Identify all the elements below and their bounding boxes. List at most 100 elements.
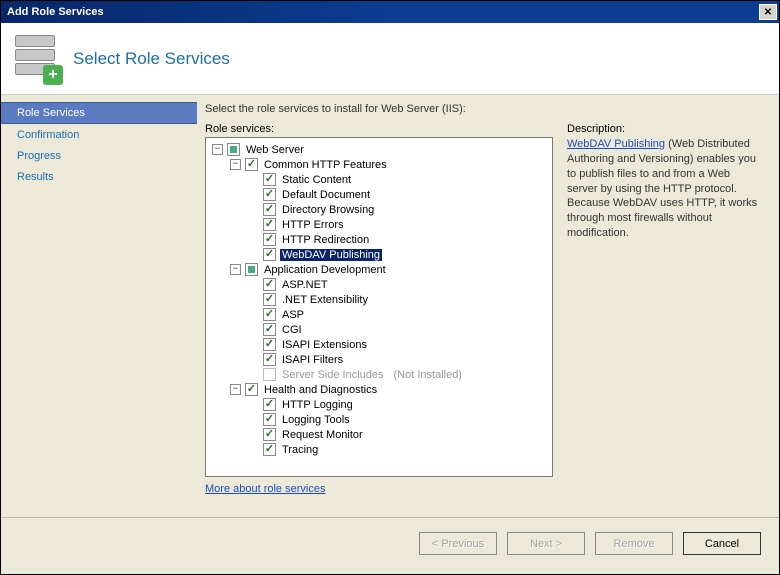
tree-node-label[interactable]: ISAPI Filters — [280, 354, 345, 366]
tree-node-label[interactable]: Application Development — [262, 264, 388, 276]
tree-node-label[interactable]: Server Side Includes — [280, 369, 386, 381]
checkbox[interactable] — [227, 143, 240, 156]
tree-node[interactable]: HTTP Redirection — [208, 232, 550, 247]
expand-placeholder — [248, 234, 259, 245]
sidebar-item-results[interactable]: Results — [1, 167, 197, 187]
checkbox[interactable] — [263, 338, 276, 351]
tree-node[interactable]: CGI — [208, 322, 550, 337]
checkbox[interactable] — [263, 353, 276, 366]
collapse-icon[interactable]: − — [230, 264, 241, 275]
tree-node[interactable]: HTTP Errors — [208, 217, 550, 232]
expand-placeholder — [248, 279, 259, 290]
tree-node-label[interactable]: Web Server — [244, 144, 306, 156]
checkbox[interactable] — [263, 218, 276, 231]
tree-node[interactable]: WebDAV Publishing — [208, 247, 550, 262]
tree-node-label[interactable]: WebDAV Publishing — [280, 249, 382, 261]
tree-node-label[interactable]: Request Monitor — [280, 429, 365, 441]
remove-button[interactable]: Remove — [595, 532, 673, 555]
tree-node[interactable]: ISAPI Extensions — [208, 337, 550, 352]
checkbox[interactable] — [263, 428, 276, 441]
wizard-steps-sidebar: Role ServicesConfirmationProgressResults — [1, 95, 197, 515]
checkbox[interactable] — [263, 323, 276, 336]
tree-node[interactable]: Logging Tools — [208, 412, 550, 427]
tree-node-label[interactable]: Static Content — [280, 174, 353, 186]
tree-node[interactable]: − Application Development — [208, 262, 550, 277]
tree-node[interactable]: − Health and Diagnostics — [208, 382, 550, 397]
checkbox[interactable] — [263, 308, 276, 321]
tree-node-label[interactable]: Default Document — [280, 189, 372, 201]
expand-placeholder — [248, 369, 259, 380]
expand-placeholder — [248, 174, 259, 185]
tree-node-label[interactable]: Directory Browsing — [280, 204, 376, 216]
tree-node[interactable]: − Common HTTP Features — [208, 157, 550, 172]
close-button[interactable]: ✕ — [759, 4, 777, 20]
expand-placeholder — [248, 204, 259, 215]
titlebar: Add Role Services ✕ — [1, 1, 779, 23]
collapse-icon[interactable]: − — [230, 384, 241, 395]
tree-node[interactable]: HTTP Logging — [208, 397, 550, 412]
next-button[interactable]: Next > — [507, 532, 585, 555]
tree-node[interactable]: ASP — [208, 307, 550, 322]
tree-node-label[interactable]: Health and Diagnostics — [262, 384, 379, 396]
checkbox[interactable] — [245, 158, 258, 171]
expand-placeholder — [248, 219, 259, 230]
checkbox[interactable] — [263, 173, 276, 186]
expand-placeholder — [248, 429, 259, 440]
wizard-header: + Select Role Services — [1, 23, 779, 95]
role-services-tree[interactable]: −Web Server−Common HTTP FeaturesStatic C… — [205, 137, 553, 477]
tree-node-label[interactable]: Common HTTP Features — [262, 159, 389, 171]
checkbox[interactable] — [245, 263, 258, 276]
tree-node-label[interactable]: Tracing — [280, 444, 320, 456]
checkbox[interactable] — [263, 413, 276, 426]
description-body: (Web Distributed Authoring and Versionin… — [567, 138, 757, 239]
expand-placeholder — [248, 324, 259, 335]
tree-node-label[interactable]: Logging Tools — [280, 414, 352, 426]
tree-node[interactable]: Static Content — [208, 172, 550, 187]
collapse-icon[interactable]: − — [230, 159, 241, 170]
expand-placeholder — [248, 354, 259, 365]
checkbox[interactable] — [263, 233, 276, 246]
sidebar-item-progress[interactable]: Progress — [1, 146, 197, 166]
checkbox[interactable] — [263, 398, 276, 411]
tree-node[interactable]: ASP.NET — [208, 277, 550, 292]
checkbox[interactable] — [263, 293, 276, 306]
collapse-icon[interactable]: − — [212, 144, 223, 155]
tree-node[interactable]: Tracing — [208, 442, 550, 457]
tree-node-label[interactable]: ASP — [280, 309, 306, 321]
tree-node[interactable]: .NET Extensibility — [208, 292, 550, 307]
previous-button[interactable]: < Previous — [419, 532, 497, 555]
checkbox[interactable] — [263, 278, 276, 291]
more-about-link[interactable]: More about role services — [205, 483, 325, 495]
expand-placeholder — [248, 444, 259, 455]
server-role-icon: + — [13, 35, 61, 83]
tree-node[interactable]: Request Monitor — [208, 427, 550, 442]
tree-node-label[interactable]: ISAPI Extensions — [280, 339, 369, 351]
checkbox[interactable] — [263, 203, 276, 216]
cancel-button[interactable]: Cancel — [683, 532, 761, 555]
description-label: Description: — [567, 123, 763, 135]
expand-placeholder — [248, 309, 259, 320]
checkbox[interactable] — [263, 443, 276, 456]
wizard-button-row: < Previous Next > Remove Cancel — [1, 518, 779, 555]
tree-node[interactable]: Server Side Includes(Not Installed) — [208, 367, 550, 382]
checkbox[interactable] — [263, 248, 276, 261]
tree-node-label[interactable]: HTTP Errors — [280, 219, 346, 231]
tree-node-label[interactable]: HTTP Redirection — [280, 234, 371, 246]
description-topic-link[interactable]: WebDAV Publishing — [567, 138, 665, 150]
description-text: WebDAV Publishing (Web Distributed Autho… — [567, 137, 763, 241]
tree-node-label[interactable]: .NET Extensibility — [280, 294, 370, 306]
tree-node[interactable]: − Web Server — [208, 142, 550, 157]
page-title: Select Role Services — [73, 49, 230, 69]
tree-node[interactable]: Default Document — [208, 187, 550, 202]
tree-node[interactable]: ISAPI Filters — [208, 352, 550, 367]
checkbox — [263, 368, 276, 381]
expand-placeholder — [248, 399, 259, 410]
sidebar-item-role-services[interactable]: Role Services — [1, 102, 197, 124]
tree-node-label[interactable]: CGI — [280, 324, 304, 336]
sidebar-item-confirmation[interactable]: Confirmation — [1, 125, 197, 145]
checkbox[interactable] — [245, 383, 258, 396]
tree-node[interactable]: Directory Browsing — [208, 202, 550, 217]
tree-node-label[interactable]: HTTP Logging — [280, 399, 355, 411]
checkbox[interactable] — [263, 188, 276, 201]
tree-node-label[interactable]: ASP.NET — [280, 279, 330, 291]
